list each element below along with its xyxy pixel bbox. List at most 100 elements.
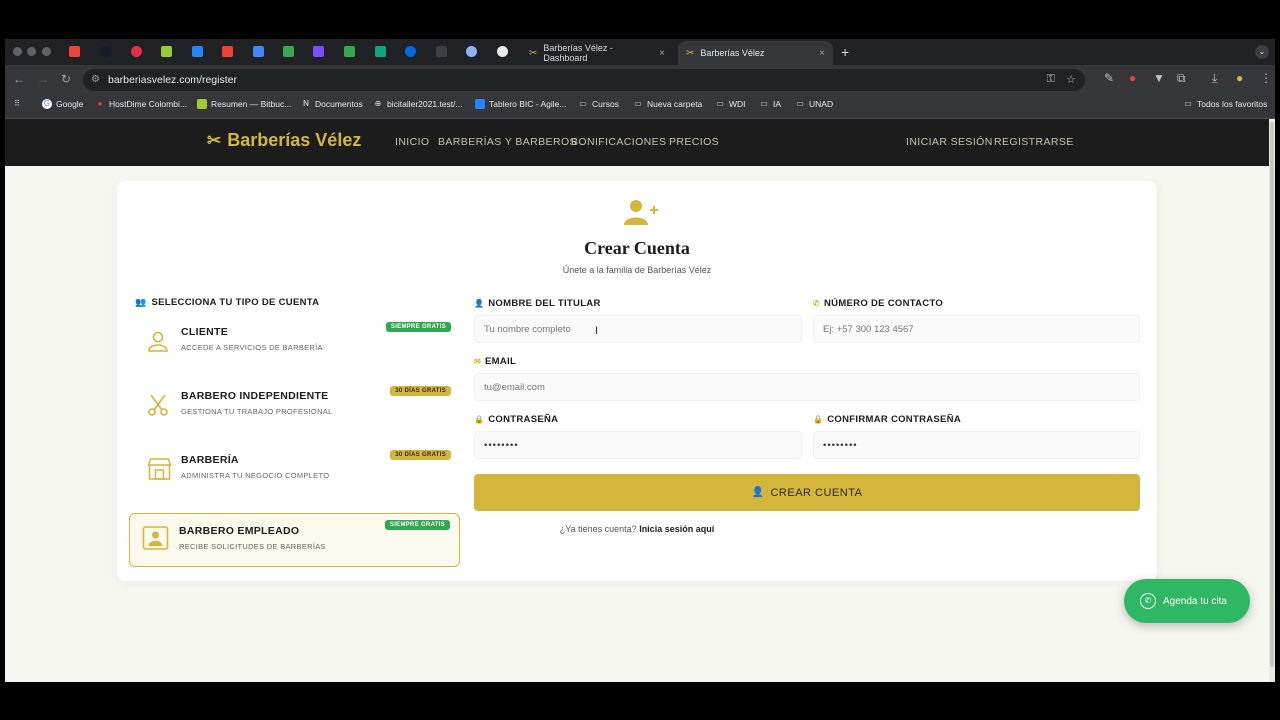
nav-barberias[interactable]: BARBERÍAS Y BARBEROS — [438, 136, 577, 148]
phone-label: ✆ NÚMERO DE CONTACTO — [813, 298, 943, 309]
maximize-window-icon[interactable] — [42, 47, 51, 56]
bookmark-label: Documentos — [315, 99, 363, 109]
pinned-tab-icon[interactable] — [161, 46, 172, 57]
bookmark-folder[interactable]: ▭ WDI — [715, 99, 745, 109]
profile-avatar-icon[interactable]: ● — [1236, 71, 1243, 85]
logo-text: Barberías Vélez — [227, 130, 362, 150]
section-label: SELECCIONA TU TIPO DE CUENTA — [151, 297, 320, 308]
all-bookmarks[interactable]: ▭ Todos los favoritos — [1183, 99, 1267, 109]
chatgpt-icon[interactable] — [375, 46, 386, 57]
pinned-tab-icon[interactable] — [100, 46, 111, 57]
bookmark-star-icon[interactable]: ☆ — [1066, 73, 1076, 86]
browser-window: ✂ Barberías Vélez - Dashboard × ✂ Barber… — [5, 39, 1275, 682]
bookmark-hostdime[interactable]: ● HostDime Colombi... — [95, 99, 187, 109]
page-subtitle: Únete a la familia de Barberías Vélez — [562, 265, 712, 275]
pinned-tab-icon[interactable] — [436, 46, 447, 57]
tab-search-icon[interactable]: ⌄ — [1255, 45, 1269, 59]
page-scrollbar[interactable] — [1269, 119, 1275, 682]
minimize-window-icon[interactable] — [27, 47, 36, 56]
envelope-icon: ✉ — [474, 357, 482, 366]
bookmark-label: Todos los favoritos — [1197, 99, 1268, 109]
pinned-tab-icon[interactable] — [313, 46, 324, 57]
bookmark-documentos[interactable]: N Documentos — [301, 99, 363, 109]
close-tab-icon[interactable]: × — [819, 48, 825, 59]
new-tab-button[interactable]: + — [841, 44, 849, 60]
confirm-password-field[interactable]: •••••••• — [813, 431, 1140, 459]
phone-field[interactable]: Ej: +57 300 123 4567 — [813, 315, 1140, 343]
nav-bonificaciones[interactable]: BONIFICACIONES — [571, 136, 666, 148]
bookmark-folder[interactable]: ▭ Cursos — [578, 99, 619, 109]
password-field[interactable]: •••••••• — [474, 431, 802, 459]
status-badge: SIEMPRE GRATIS — [385, 322, 451, 332]
account-desc: ACCEDE A SERVICIOS DE BARBERÍA — [181, 343, 323, 352]
bookmark-folder[interactable]: ▭ IA — [759, 99, 781, 109]
close-tab-icon[interactable]: × — [659, 48, 665, 59]
apps-icon[interactable]: ⠿ — [12, 99, 26, 109]
account-option-barberia[interactable]: BARBERÍA ADMINISTRA TU NEGOCIO COMPLETO … — [130, 443, 461, 497]
tab-register[interactable]: ✂ Barberías Vélez × — [678, 41, 833, 65]
web-page: ✂ Barberías Vélez INICIO BARBERÍAS Y BAR… — [5, 119, 1275, 682]
account-desc: ADMINISTRA TU NEGOCIO COMPLETO — [181, 471, 330, 480]
account-option-cliente[interactable]: CLIENTE ACCEDE A SERVICIOS DE BARBERÍA S… — [130, 315, 461, 369]
browser-toolbar: ← → ↻ ⚙ barberiasvelez.com/register ⚿ ☆ … — [5, 65, 1275, 94]
bookmark-label: bicitaller2021.test/... — [387, 99, 463, 109]
extension-icon[interactable]: ● — [1129, 71, 1136, 85]
site-info-icon[interactable]: ⚙ — [91, 74, 100, 85]
forward-icon[interactable]: → — [37, 72, 49, 86]
hostdime-icon: ● — [97, 99, 103, 108]
jira-icon — [475, 99, 485, 109]
github-icon[interactable] — [497, 46, 508, 57]
bookmark-label: IA — [773, 99, 782, 109]
globe-icon: ⊕ — [374, 99, 382, 108]
nav-precios[interactable]: PRECIOS — [669, 136, 719, 148]
drive-icon[interactable] — [283, 46, 294, 57]
bookmark-google[interactable]: G Google — [42, 99, 83, 109]
account-option-barbero-empleado[interactable]: BARBERO EMPLEADO RECIBE SOLICITUDES DE B… — [129, 513, 460, 567]
folder-icon: ▭ — [579, 99, 587, 108]
nav-login[interactable]: INICIAR SESIÓN — [906, 136, 993, 148]
extensions-icon[interactable]: ⧉ — [1177, 71, 1186, 86]
bookmark-bicitaller[interactable]: ⊕ bicitaller2021.test/... — [373, 99, 463, 109]
bookmark-folder[interactable]: ▭ UNAD — [795, 99, 833, 109]
tab-title: Barberías Vélez — [700, 48, 765, 58]
back-icon[interactable]: ← — [13, 72, 25, 86]
jira-icon[interactable] — [192, 46, 203, 57]
login-prompt-text: ¿Ya tienes cuenta? — [559, 524, 637, 534]
vue-extension-icon[interactable]: ▼ — [1153, 71, 1165, 85]
address-bar[interactable]: ⚙ barberiasvelez.com/register ⚿ ☆ — [83, 69, 1085, 91]
reload-icon[interactable]: ↻ — [61, 72, 71, 86]
login-link[interactable]: Inicia sesión aquí — [639, 524, 714, 534]
email-field[interactable]: tu@email.com — [474, 373, 1140, 401]
pinned-tab-icon[interactable] — [69, 46, 80, 57]
pen-extension-icon[interactable]: ✎ — [1104, 71, 1114, 85]
password-key-icon[interactable]: ⚿ — [1047, 73, 1055, 86]
scrollbar-thumb[interactable] — [1270, 122, 1274, 667]
bookmark-bitbucket[interactable]: Resumen — Bitbuc... — [197, 99, 291, 109]
meta-icon[interactable] — [405, 46, 416, 57]
status-badge: 30 DÍAS GRATIS — [390, 450, 451, 460]
pinned-tab-icon[interactable] — [344, 46, 355, 57]
label-text: NÚMERO DE CONTACTO — [824, 298, 944, 309]
lock-icon: 🔒 — [813, 415, 824, 424]
name-field[interactable]: Tu nombre completo — [474, 315, 802, 343]
whatsapp-icon: ✆ — [1140, 593, 1156, 609]
folder-icon: ▭ — [634, 99, 642, 108]
scissors-icon: ✂ — [529, 47, 538, 59]
close-window-icon[interactable] — [13, 47, 22, 56]
menu-icon[interactable]: ⋮ — [1260, 71, 1272, 85]
confirm-password-label: 🔒 CONFIRMAR CONTRASEÑA — [813, 414, 961, 425]
gmail-icon[interactable] — [222, 46, 233, 57]
pinned-tab-icon[interactable] — [466, 46, 477, 57]
create-account-button[interactable]: 👤 CREAR CUENTA — [474, 474, 1140, 511]
pinned-tab-icon[interactable] — [131, 46, 142, 57]
bookmark-tablero[interactable]: Tablero BIC - Agile... — [475, 99, 566, 109]
bookmark-folder[interactable]: ▭ Nueva carpeta — [633, 99, 702, 109]
whatsapp-button[interactable]: ✆ Agenda tu cita — [1124, 579, 1250, 623]
site-logo[interactable]: ✂ Barberías Vélez — [207, 130, 361, 151]
nav-inicio[interactable]: INICIO — [395, 136, 430, 148]
nav-register[interactable]: REGISTRARSE — [994, 136, 1074, 148]
account-option-barbero-independiente[interactable]: BARBERO INDEPENDIENTE GESTIONA TU TRABAJ… — [130, 379, 461, 433]
calendar-icon[interactable] — [253, 46, 264, 57]
tab-dashboard[interactable]: ✂ Barberías Vélez - Dashboard × — [521, 41, 673, 65]
download-icon[interactable]: ⤓ — [1212, 71, 1217, 86]
